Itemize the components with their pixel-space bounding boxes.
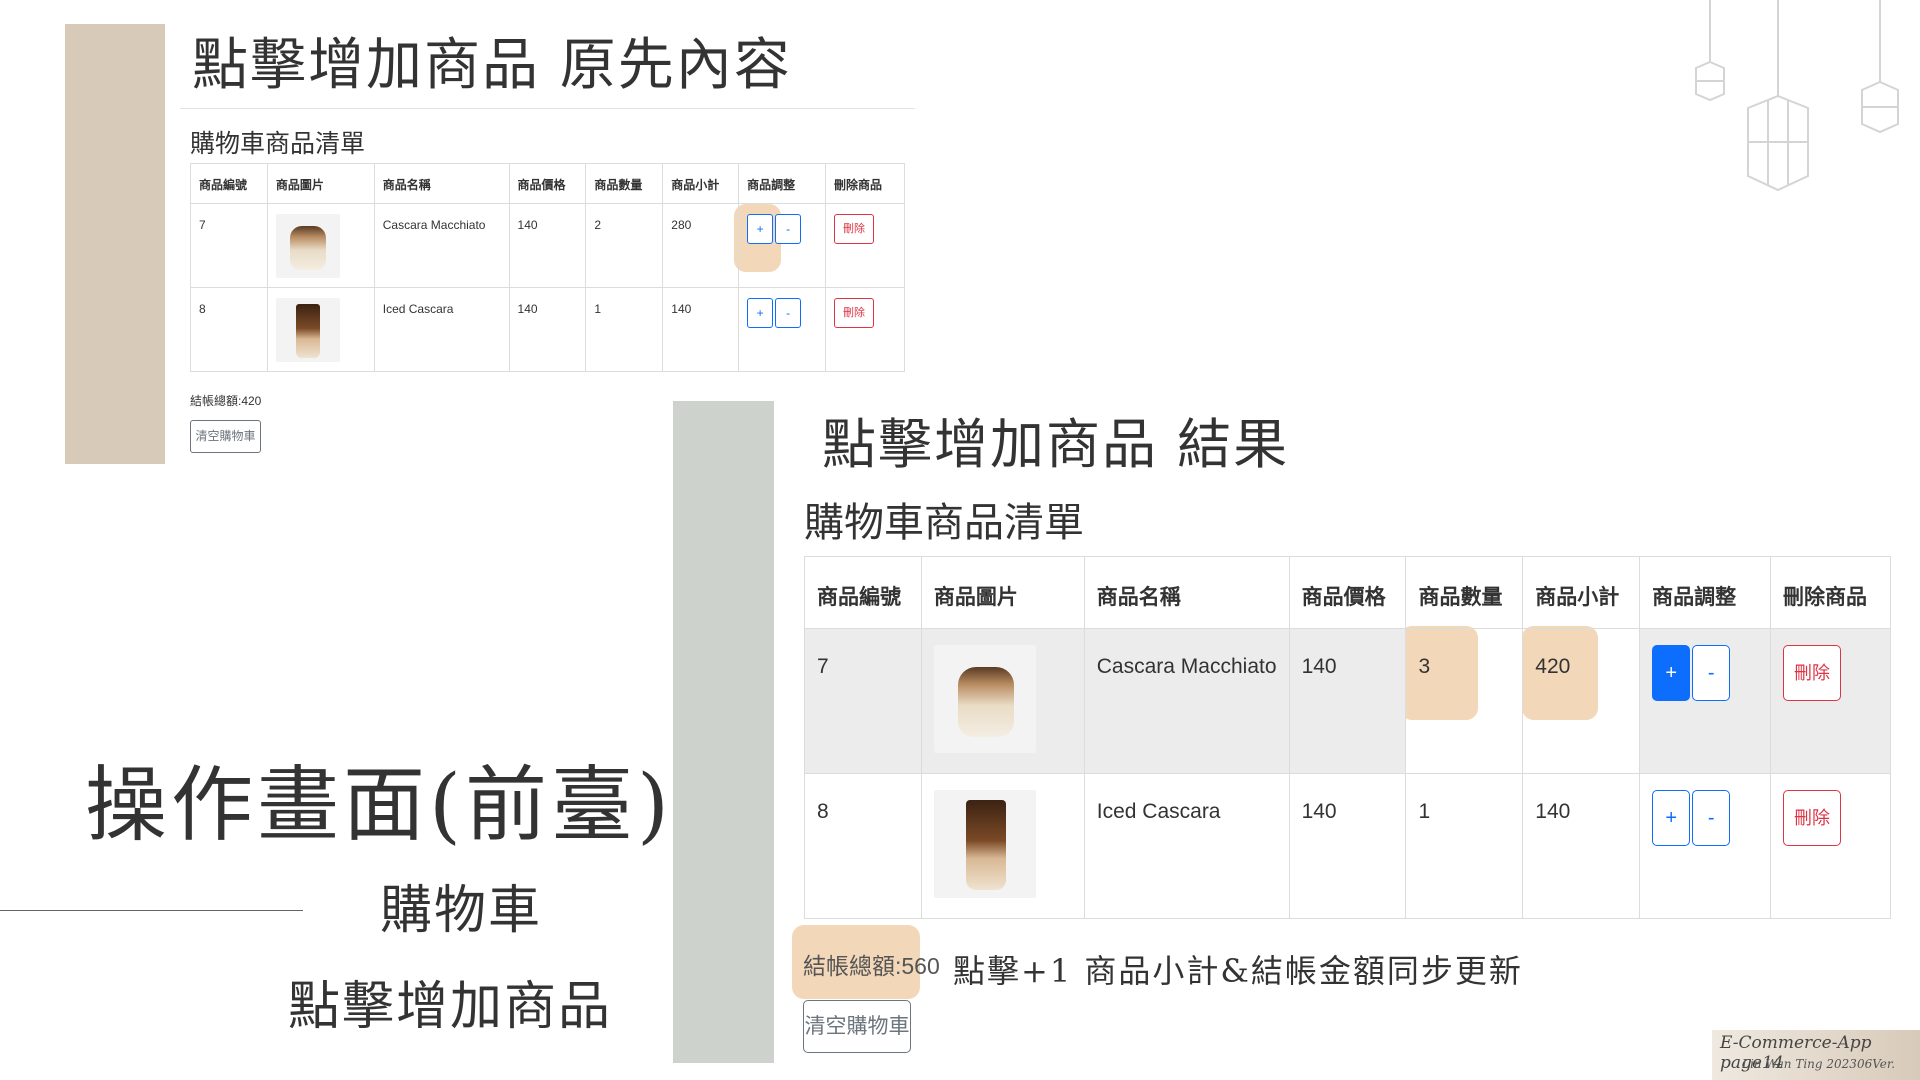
cell-qty: 1 xyxy=(585,287,664,372)
cell-name: Cascara Macchiato xyxy=(1083,628,1290,774)
cell-image xyxy=(266,287,375,372)
cart-before-total: 結帳總額:420 xyxy=(190,394,262,408)
cell-adjust: + - xyxy=(1639,773,1772,919)
cell-adjust: + - xyxy=(738,287,826,372)
cell-image xyxy=(920,773,1085,919)
cell-delete: 刪除 xyxy=(825,287,905,372)
cell-delete: 刪除 xyxy=(825,203,905,288)
cell-price: 140 xyxy=(508,203,587,288)
cell-subtotal: 420 xyxy=(1522,628,1641,774)
table-row: 8 Iced Cascara 140 1 140 + - 刪除 xyxy=(190,287,905,372)
iced-cascara-image xyxy=(933,790,1036,898)
divider-line xyxy=(180,108,915,109)
decorative-sage-bar xyxy=(673,401,774,1063)
cart-after-table: 商品編號 商品圖片 商品名稱 商品價格 商品數量 商品小計 商品調整 刪除商品 … xyxy=(804,556,1891,919)
header-price: 商品價格 xyxy=(508,163,587,204)
delete-button[interactable]: 刪除 xyxy=(1783,790,1842,846)
cell-adjust: + - xyxy=(1639,628,1772,774)
delete-button[interactable]: 刪除 xyxy=(1783,645,1842,701)
header-adjust: 商品調整 xyxy=(738,163,826,204)
cell-price: 140 xyxy=(1288,628,1407,774)
header-id: 商品編號 xyxy=(804,556,922,629)
clear-cart-button[interactable]: 清空購物車 xyxy=(803,1000,911,1053)
cascara-macchiato-image xyxy=(933,645,1036,753)
cart-after-title: 購物車商品清單 xyxy=(804,501,1084,545)
decrease-button[interactable]: - xyxy=(775,298,802,328)
decorative-tan-bar xyxy=(65,24,165,464)
cell-image xyxy=(920,628,1085,774)
cell-id: 8 xyxy=(190,287,268,372)
cart-after-total: 結帳總額:560 xyxy=(803,953,940,979)
header-price: 商品價格 xyxy=(1288,556,1407,629)
cell-delete: 刪除 xyxy=(1770,773,1891,919)
header-delete: 刪除商品 xyxy=(1770,556,1891,629)
cell-qty: 2 xyxy=(585,203,664,288)
table-header-row: 商品編號 商品圖片 商品名稱 商品價格 商品數量 商品小計 商品調整 刪除商品 xyxy=(804,556,1891,629)
cell-id: 7 xyxy=(190,203,268,288)
footer-author-label: Lin Wan Ting 202306Ver. xyxy=(1742,1057,1896,1071)
decrease-button[interactable]: - xyxy=(1692,645,1731,701)
header-subtotal: 商品小計 xyxy=(662,163,740,204)
decrease-button[interactable]: - xyxy=(1692,790,1731,846)
update-note: 點擊+1 商品小計&結帳金額同步更新 xyxy=(953,952,1523,990)
header-qty: 商品數量 xyxy=(1405,556,1524,629)
delete-button[interactable]: 刪除 xyxy=(834,298,874,328)
title-result: 點擊增加商品 結果 xyxy=(822,413,1290,476)
cell-subtotal: 140 xyxy=(662,287,740,372)
title-original-content: 點擊增加商品 原先內容 xyxy=(192,33,792,98)
clear-cart-button[interactable]: 清空購物車 xyxy=(190,420,261,453)
cell-delete: 刪除 xyxy=(1770,628,1891,774)
header-id: 商品編號 xyxy=(190,163,268,204)
table-row: 7 Cascara Macchiato 140 2 280 + - 刪除 xyxy=(190,203,905,288)
divider-line-left xyxy=(0,910,303,911)
page-heading: 操作畫面(前臺) xyxy=(85,758,673,853)
cell-qty: 1 xyxy=(1405,773,1524,919)
cart-before-title: 購物車商品清單 xyxy=(190,130,366,158)
header-delete: 刪除商品 xyxy=(825,163,905,204)
increase-button[interactable]: + xyxy=(1652,645,1691,701)
increase-button[interactable]: + xyxy=(1652,790,1691,846)
cell-image xyxy=(266,203,375,288)
cell-subtotal: 280 xyxy=(662,203,740,288)
cell-name: Cascara Macchiato xyxy=(373,203,510,288)
table-row: 7 Cascara Macchiato 140 3 420 + - 刪除 xyxy=(804,628,1891,774)
subheading-add-item: 點擊增加商品 xyxy=(288,977,613,1037)
header-image: 商品圖片 xyxy=(920,556,1085,629)
cell-id: 8 xyxy=(804,773,922,919)
increase-button[interactable]: + xyxy=(747,214,774,244)
iced-cascara-image xyxy=(275,298,340,362)
header-subtotal: 商品小計 xyxy=(1522,556,1641,629)
cell-adjust: + - xyxy=(738,203,826,288)
cell-price: 140 xyxy=(1288,773,1407,919)
header-adjust: 商品調整 xyxy=(1639,556,1772,629)
header-qty: 商品數量 xyxy=(585,163,664,204)
cell-price: 140 xyxy=(508,287,587,372)
cell-qty: 3 xyxy=(1405,628,1524,774)
lantern-decoration-icon xyxy=(1695,0,1899,192)
cascara-macchiato-image xyxy=(275,214,340,278)
increase-button[interactable]: + xyxy=(747,298,774,328)
cell-name: Iced Cascara xyxy=(373,287,510,372)
table-header-row: 商品編號 商品圖片 商品名稱 商品價格 商品數量 商品小計 商品調整 刪除商品 xyxy=(190,163,905,204)
cell-name: Iced Cascara xyxy=(1083,773,1290,919)
cell-id: 7 xyxy=(804,628,922,774)
header-image: 商品圖片 xyxy=(266,163,375,204)
delete-button[interactable]: 刪除 xyxy=(834,214,874,244)
header-name: 商品名稱 xyxy=(373,163,510,204)
cell-subtotal: 140 xyxy=(1522,773,1641,919)
cart-before-table: 商品編號 商品圖片 商品名稱 商品價格 商品數量 商品小計 商品調整 刪除商品 … xyxy=(190,163,905,372)
decrease-button[interactable]: - xyxy=(775,214,802,244)
header-name: 商品名稱 xyxy=(1083,556,1290,629)
subheading-cart: 購物車 xyxy=(380,881,543,941)
table-row: 8 Iced Cascara 140 1 140 + - 刪除 xyxy=(804,773,1891,919)
